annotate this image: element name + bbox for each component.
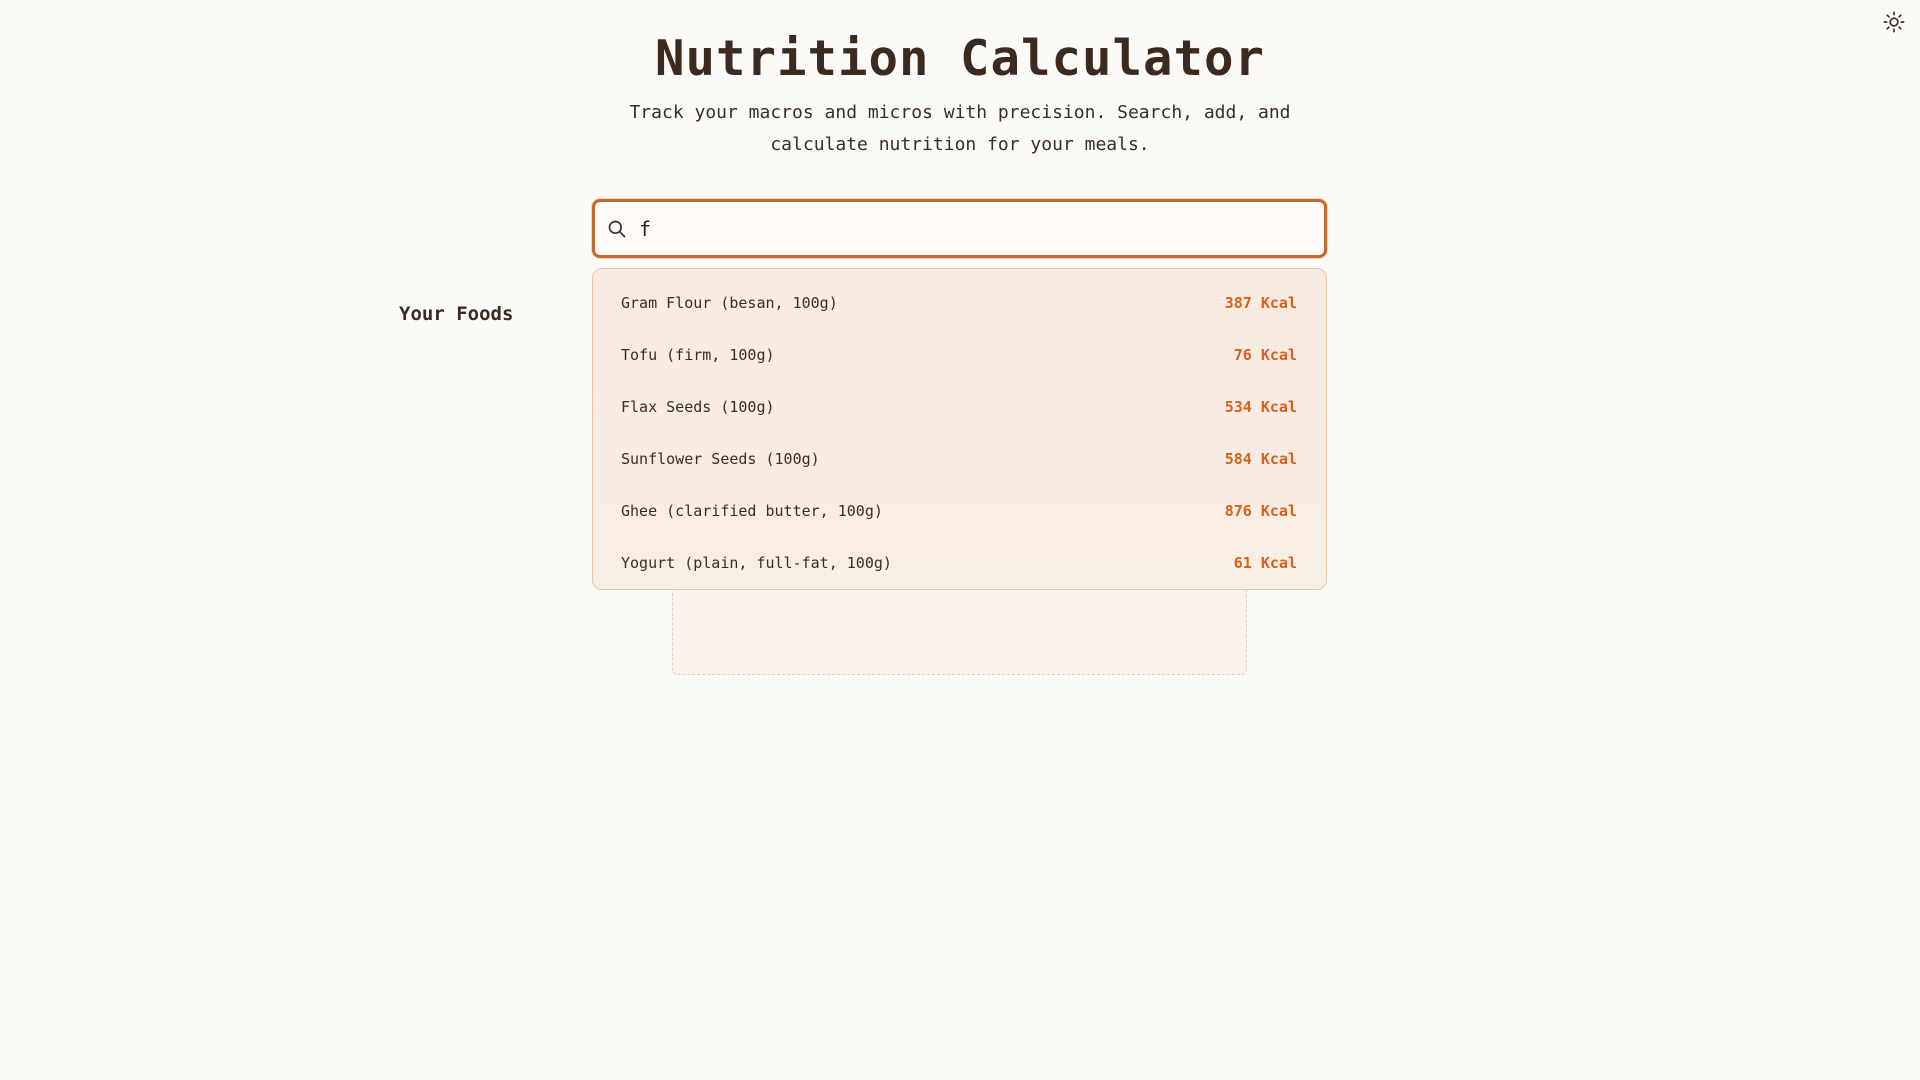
result-food-name: Gram Flour (besan, 100g) (621, 294, 838, 312)
result-kcal: 584 Kcal (1224, 450, 1297, 468)
search-result-item[interactable]: Flax Seeds (100g) 534 Kcal (593, 381, 1326, 433)
result-food-name: Yogurt (plain, full-fat, 100g) (621, 554, 892, 572)
header: Nutrition Calculator Track your macros a… (0, 30, 1920, 161)
search-result-item[interactable]: Ghee (clarified butter, 100g) 876 Kcal (593, 485, 1326, 537)
your-foods-label: Your Foods (399, 303, 514, 325)
result-kcal: 534 Kcal (1224, 398, 1297, 416)
search-result-item[interactable]: Yogurt (plain, full-fat, 100g) 61 Kcal (593, 537, 1326, 589)
result-food-name: Flax Seeds (100g) (621, 398, 775, 416)
result-food-name: Tofu (firm, 100g) (621, 346, 775, 364)
search-results-dropdown: Gram Flour (besan, 100g) 387 Kcal Tofu (… (592, 268, 1327, 590)
page-title: Nutrition Calculator (654, 30, 1265, 87)
search-input[interactable] (639, 208, 1324, 249)
search-result-item[interactable]: Tofu (firm, 100g) 76 Kcal (593, 329, 1326, 381)
page-subtitle: Track your macros and micros with precis… (629, 102, 1291, 155)
search-result-item[interactable]: Gram Flour (besan, 100g) 387 Kcal (593, 277, 1326, 329)
search-bar[interactable] (592, 199, 1327, 258)
result-food-name: Ghee (clarified butter, 100g) (621, 502, 883, 520)
result-kcal: 876 Kcal (1224, 502, 1297, 520)
result-kcal: 61 Kcal (1233, 554, 1297, 572)
result-food-name: Sunflower Seeds (100g) (621, 450, 820, 468)
result-kcal: 387 Kcal (1224, 294, 1297, 312)
result-kcal: 76 Kcal (1233, 346, 1297, 364)
page: Nutrition Calculator Track your macros a… (0, 0, 1920, 1080)
search-icon (607, 218, 629, 240)
search-result-item[interactable]: Sunflower Seeds (100g) 584 Kcal (593, 433, 1326, 485)
